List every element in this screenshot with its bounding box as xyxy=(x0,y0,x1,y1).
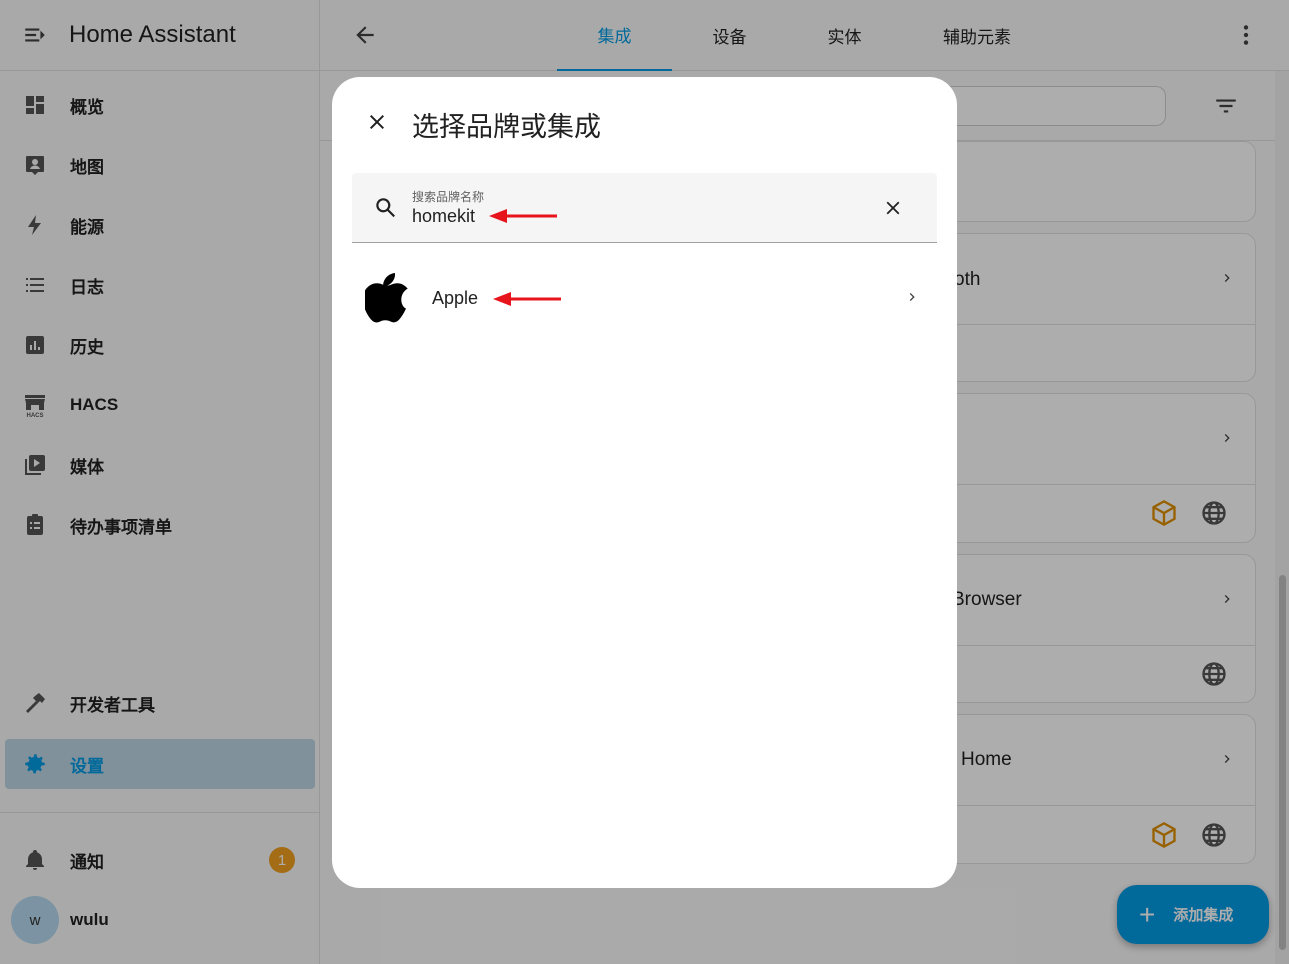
apple-logo-icon xyxy=(365,273,408,323)
search-field-value[interactable]: homekit xyxy=(412,206,475,227)
chevron-right-icon xyxy=(909,293,915,301)
brand-search-input[interactable]: 搜索品牌名称 homekit xyxy=(352,173,937,243)
result-item-apple[interactable]: Apple xyxy=(332,267,957,329)
close-icon[interactable] xyxy=(365,110,389,134)
search-icon xyxy=(376,198,395,218)
search-field-label: 搜索品牌名称 xyxy=(412,190,485,204)
choose-brand-dialog: 选择品牌或集成 搜索品牌名称 homekit Apple xyxy=(332,77,957,888)
red-annotation-arrow xyxy=(493,292,561,306)
red-annotation-arrow xyxy=(489,209,557,223)
dialog-title: 选择品牌或集成 xyxy=(412,112,601,142)
result-name: Apple xyxy=(432,288,479,308)
clear-search-icon[interactable] xyxy=(882,197,904,219)
